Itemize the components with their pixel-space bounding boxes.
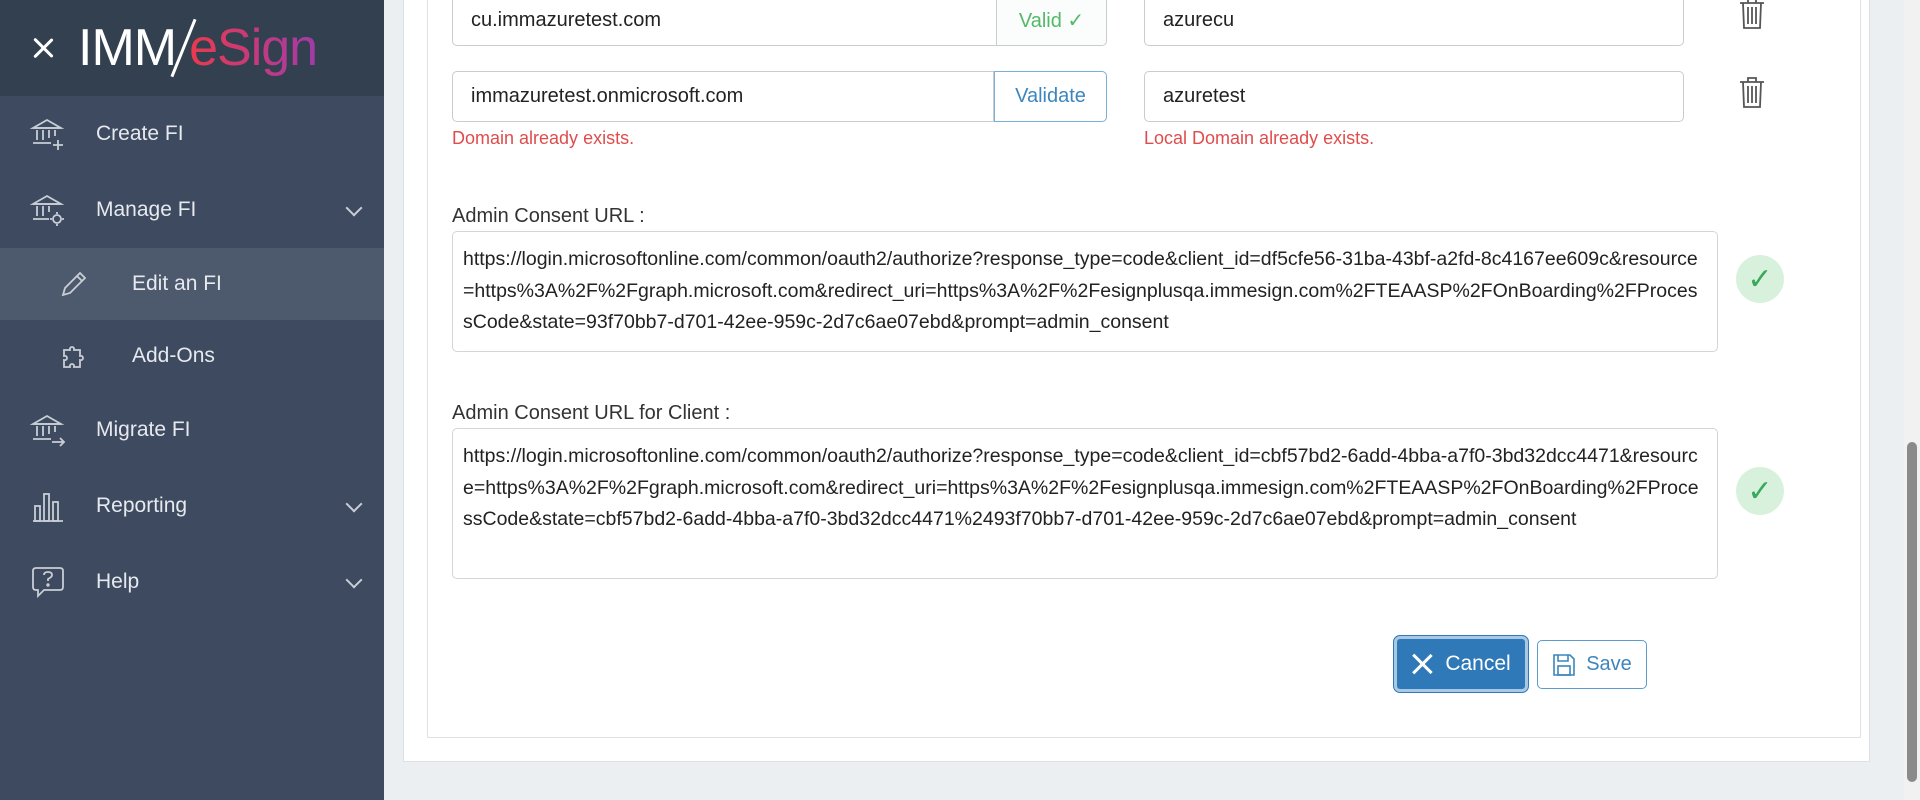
check-icon: ✓ bbox=[1736, 467, 1784, 515]
admin-consent-url-field[interactable]: https://login.microsoftonline.com/common… bbox=[452, 231, 1718, 352]
app-logo[interactable]: IMM eSign bbox=[78, 17, 318, 79]
sidebar-item-label: Reporting bbox=[96, 494, 188, 517]
puzzle-icon bbox=[56, 338, 92, 374]
local-domain-input[interactable]: azurecu bbox=[1144, 0, 1684, 46]
pencil-icon bbox=[56, 266, 92, 302]
main-content: cu.immazuretest.com Valid ✓ azurecu imma… bbox=[384, 0, 1920, 800]
close-icon[interactable] bbox=[30, 35, 56, 61]
admin-consent-client-label: Admin Consent URL for Client : bbox=[452, 402, 731, 424]
valid-badge: Valid ✓ bbox=[997, 0, 1107, 46]
sidebar: IMM eSign Create FI Manage FI Edit an FI bbox=[0, 0, 384, 800]
sidebar-item-label: Help bbox=[96, 570, 140, 593]
sidebar-item-label: Add-Ons bbox=[132, 344, 215, 367]
validate-button[interactable]: Validate bbox=[994, 71, 1107, 122]
domain-row-1: cu.immazuretest.com Valid ✓ bbox=[452, 0, 1107, 46]
logo-text-imm: IMM bbox=[78, 19, 177, 77]
sidebar-item-label: Edit an FI bbox=[132, 272, 222, 295]
local-domain-error-text: Local Domain already exists. bbox=[1144, 128, 1375, 148]
admin-consent-client-url-field[interactable]: https://login.microsoftonline.com/common… bbox=[452, 428, 1718, 579]
save-label: Save bbox=[1586, 653, 1632, 675]
local-domain-input[interactable]: azuretest bbox=[1144, 71, 1684, 122]
sidebar-nav: Create FI Manage FI Edit an FI Add-Ons M… bbox=[0, 96, 384, 620]
admin-consent-label: Admin Consent URL : bbox=[452, 205, 645, 227]
bank-plus-icon bbox=[30, 116, 66, 152]
sidebar-item-reporting[interactable]: Reporting bbox=[0, 468, 384, 544]
sidebar-header: IMM eSign bbox=[0, 0, 384, 96]
chevron-down-icon bbox=[345, 199, 363, 217]
sidebar-item-label: Create FI bbox=[96, 122, 184, 145]
trash-icon[interactable] bbox=[1738, 0, 1766, 30]
sidebar-item-label: Manage FI bbox=[96, 198, 197, 221]
sidebar-item-create-fi[interactable]: Create FI bbox=[0, 96, 384, 172]
sidebar-item-add-ons[interactable]: Add-Ons bbox=[0, 320, 384, 392]
check-icon: ✓ bbox=[1736, 255, 1784, 303]
cancel-label: Cancel bbox=[1445, 652, 1511, 675]
sidebar-item-migrate-fi[interactable]: Migrate FI bbox=[0, 392, 384, 468]
sidebar-item-label: Migrate FI bbox=[96, 418, 191, 441]
domain-error-text: Domain already exists. bbox=[452, 128, 635, 148]
vertical-scrollbar[interactable] bbox=[1904, 0, 1920, 800]
logo-text-esign: eSign bbox=[189, 19, 318, 77]
domain-input[interactable]: immazuretest.onmicrosoft.com bbox=[452, 71, 994, 122]
chevron-down-icon bbox=[345, 495, 363, 513]
sidebar-item-manage-fi[interactable]: Manage FI bbox=[0, 172, 384, 248]
trash-icon[interactable] bbox=[1738, 75, 1766, 109]
help-bubble-icon bbox=[30, 564, 66, 600]
save-button[interactable]: Save bbox=[1537, 640, 1647, 689]
cancel-button[interactable]: Cancel bbox=[1394, 636, 1528, 692]
domain-input[interactable]: cu.immazuretest.com bbox=[452, 0, 997, 46]
chevron-down-icon bbox=[345, 571, 363, 589]
bank-gear-icon bbox=[30, 192, 66, 228]
sidebar-item-edit-an-fi[interactable]: Edit an FI bbox=[0, 248, 384, 320]
close-icon bbox=[1411, 653, 1433, 675]
scrollbar-thumb[interactable] bbox=[1907, 442, 1917, 782]
domain-row-2: immazuretest.onmicrosoft.com Validate bbox=[452, 71, 1107, 122]
floppy-disk-icon bbox=[1553, 653, 1576, 676]
bank-arrow-icon bbox=[30, 412, 66, 448]
bar-chart-icon bbox=[30, 488, 66, 524]
sidebar-item-help[interactable]: Help bbox=[0, 544, 384, 620]
